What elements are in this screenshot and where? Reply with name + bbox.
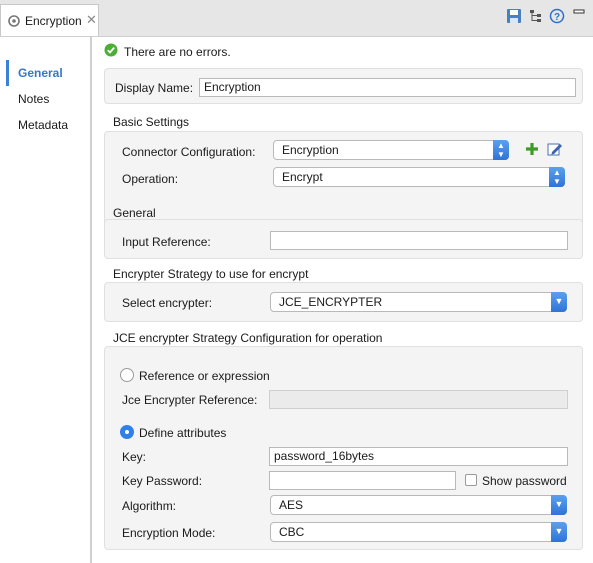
encrypter-strategy-panel: Select encrypter: JCE_ENCRYPTER ▼ xyxy=(104,282,583,322)
encrypter-strategy-title: Encrypter Strategy to use for encrypt xyxy=(113,267,309,281)
chevron-updown-icon: ▲ ▼ xyxy=(493,140,509,160)
sidebar: General Notes Metadata xyxy=(0,37,90,563)
key-password-label: Key Password: xyxy=(122,474,203,488)
connector-configuration-value: Encryption xyxy=(282,143,339,157)
select-encrypter-select[interactable]: JCE_ENCRYPTER ▼ xyxy=(270,292,567,312)
tree-structure-icon[interactable] xyxy=(528,8,544,27)
display-name-field[interactable]: Encryption xyxy=(199,78,576,97)
select-encrypter-label: Select encrypter: xyxy=(122,296,213,310)
input-reference-label: Input Reference: xyxy=(122,235,211,249)
editor-tab-bar: Encryption ✕ ? xyxy=(0,0,593,37)
reference-expression-radio[interactable] xyxy=(120,368,134,382)
reference-expression-label: Reference or expression xyxy=(139,369,270,383)
sidebar-item-notes[interactable]: Notes xyxy=(18,92,49,106)
operation-value: Encrypt xyxy=(282,170,323,184)
jce-encrypter-reference-label: Jce Encrypter Reference: xyxy=(122,393,258,407)
check-icon xyxy=(104,43,118,60)
edit-icon[interactable] xyxy=(547,141,563,160)
status-message: There are no errors. xyxy=(104,43,231,60)
key-label: Key: xyxy=(122,450,147,464)
jce-config-title: JCE encrypter Strategy Configuration for… xyxy=(113,331,383,345)
close-icon[interactable]: ✕ xyxy=(86,12,97,28)
show-password-label: Show password xyxy=(482,474,567,488)
define-attributes-radio[interactable] xyxy=(120,425,134,439)
general-section-title: General xyxy=(113,206,156,220)
key-field[interactable]: password_16bytes xyxy=(269,447,568,466)
basic-settings-title: Basic Settings xyxy=(113,115,190,129)
help-icon[interactable]: ? xyxy=(549,8,565,27)
save-icon[interactable] xyxy=(506,8,522,27)
jce-encrypter-reference-field[interactable] xyxy=(269,390,568,409)
tab-encryption[interactable]: Encryption ✕ xyxy=(0,4,99,36)
algorithm-select[interactable]: AES ▼ xyxy=(270,495,567,515)
connector-configuration-label: Connector Configuration: xyxy=(122,145,256,159)
svg-text:?: ? xyxy=(554,12,560,23)
encryption-mode-value: CBC xyxy=(279,525,305,539)
algorithm-value: AES xyxy=(279,498,304,512)
status-text: There are no errors. xyxy=(124,44,231,59)
display-name-label: Display Name: xyxy=(115,81,194,95)
select-encrypter-value: JCE_ENCRYPTER xyxy=(279,295,383,309)
general-panel: Input Reference: xyxy=(104,219,583,259)
connector-configuration-select[interactable]: Encryption ▲ ▼ xyxy=(273,140,509,160)
active-indicator xyxy=(6,60,9,86)
operation-label: Operation: xyxy=(122,172,179,186)
show-password-checkbox[interactable] xyxy=(465,474,477,486)
display-name-panel: Display Name: Encryption xyxy=(104,68,583,104)
algorithm-label: Algorithm: xyxy=(122,499,177,513)
add-icon[interactable] xyxy=(525,142,539,159)
sidebar-item-metadata[interactable]: Metadata xyxy=(18,118,68,132)
chevron-down-icon: ▼ xyxy=(551,292,567,312)
minimize-icon[interactable] xyxy=(573,6,585,20)
chevron-down-icon: ▼ xyxy=(551,495,567,515)
encryption-mode-label: Encryption Mode: xyxy=(122,526,216,540)
key-password-field[interactable] xyxy=(269,471,456,490)
main-panel: There are no errors. Display Name: Encry… xyxy=(92,37,593,563)
sidebar-item-general[interactable]: General xyxy=(18,66,63,80)
tab-label: Encryption xyxy=(25,14,82,28)
define-attributes-label: Define attributes xyxy=(139,426,227,440)
operation-select[interactable]: Encrypt ▲ ▼ xyxy=(273,167,565,187)
gear-icon xyxy=(7,14,21,31)
chevron-down-icon: ▼ xyxy=(551,522,567,542)
chevron-updown-icon: ▲ ▼ xyxy=(549,167,565,187)
input-reference-field[interactable] xyxy=(270,231,568,250)
encryption-mode-select[interactable]: CBC ▼ xyxy=(270,522,567,542)
jce-config-panel: Reference or expression Jce Encrypter Re… xyxy=(104,346,583,550)
